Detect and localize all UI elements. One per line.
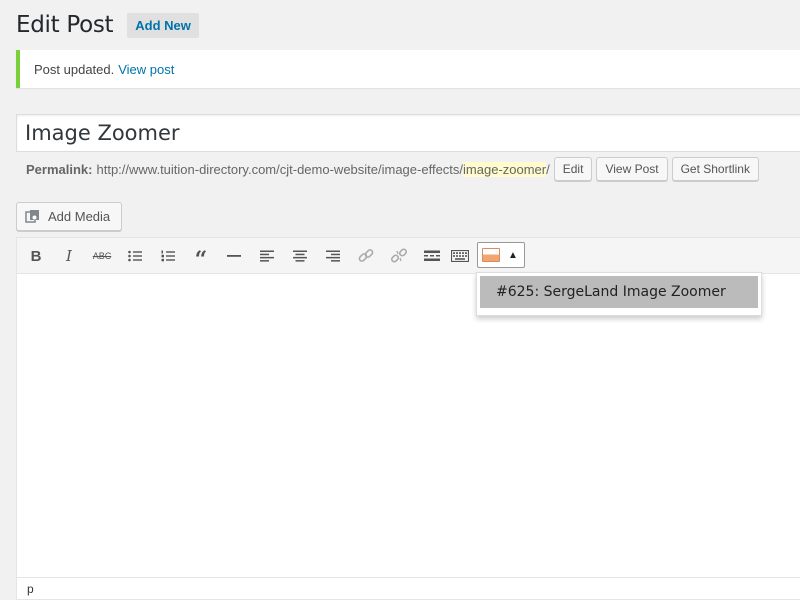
numbered-list-icon[interactable] (155, 244, 181, 268)
shortcode-image-icon (482, 248, 500, 262)
dropdown-arrow-icon: ▲ (508, 249, 518, 261)
view-post-button[interactable]: View Post (596, 157, 668, 181)
notice-message: Post updated. (34, 61, 115, 77)
add-media-label: Add Media (48, 209, 111, 224)
permalink-trailing: / (546, 161, 550, 177)
dropdown-item[interactable]: #625: SergeLand Image Zoomer (480, 276, 758, 308)
toolbar-toggle-icon[interactable] (447, 244, 473, 268)
horizontal-line-icon[interactable] (221, 244, 247, 268)
media-icon (25, 209, 39, 223)
align-right-icon[interactable] (320, 244, 346, 268)
strikethrough-icon[interactable]: ABC (89, 244, 115, 268)
italic-icon[interactable]: I (56, 244, 82, 268)
permalink-base-url[interactable]: http://www.tuition-directory.com/cjt-dem… (96, 162, 463, 177)
remove-link-icon[interactable] (386, 244, 412, 268)
shortcode-dropdown-button[interactable]: ▲ (477, 242, 525, 268)
bullet-list-icon[interactable] (122, 244, 148, 268)
align-left-icon[interactable] (254, 244, 280, 268)
read-more-icon[interactable] (419, 244, 445, 268)
editor-toolbar: B I ABC “ ▲ (17, 238, 800, 274)
bold-icon[interactable]: B (23, 244, 49, 268)
blockquote-icon[interactable]: “ (188, 244, 214, 273)
insert-link-icon[interactable] (353, 244, 379, 268)
get-shortlink-button[interactable]: Get Shortlink (671, 157, 759, 181)
view-post-link[interactable]: View post (118, 62, 174, 77)
page-header: Edit Post Add New (16, 10, 199, 40)
permalink-slug[interactable]: image-zoomer (463, 161, 547, 177)
align-center-icon[interactable] (287, 244, 313, 268)
editor-statusbar: p (17, 577, 800, 599)
permalink-label: Permalink: (26, 161, 93, 177)
update-notice: Post updated. View post (16, 50, 800, 88)
permalink-row: Permalink: http://www.tuition-directory.… (26, 156, 759, 182)
edit-permalink-button[interactable]: Edit (553, 157, 593, 181)
add-media-button[interactable]: Add Media (16, 202, 122, 231)
add-new-button[interactable]: Add New (127, 12, 199, 38)
post-title-input[interactable]: Image Zoomer (16, 114, 800, 152)
page-title: Edit Post (16, 12, 114, 38)
element-path[interactable]: p (27, 582, 34, 596)
shortcode-dropdown-menu: #625: SergeLand Image Zoomer (476, 272, 762, 316)
